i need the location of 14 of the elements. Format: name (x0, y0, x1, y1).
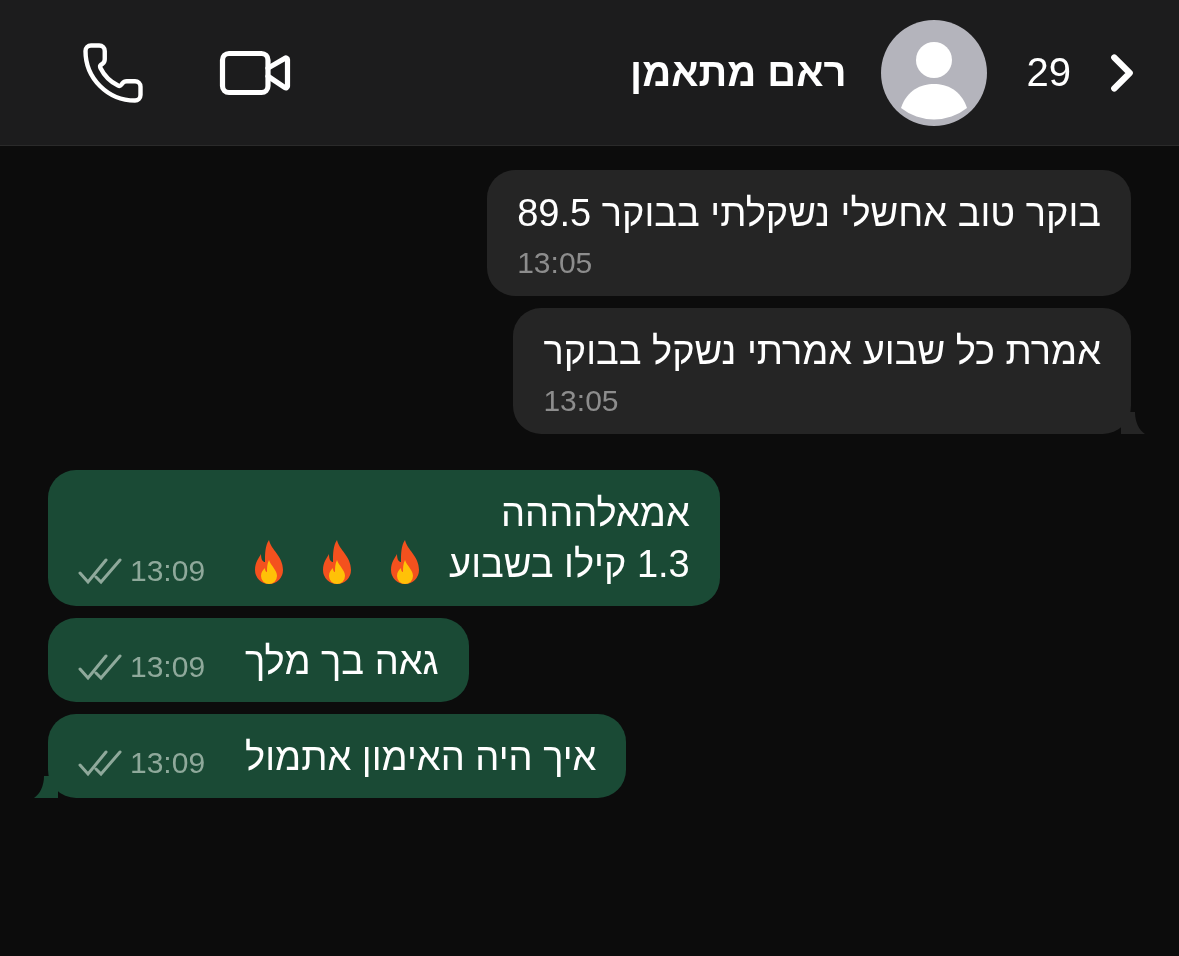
message-text: איך היה האימון אתמול (245, 735, 597, 780)
message-time: 13:09 (130, 746, 206, 780)
contact-name[interactable]: ראם מתאמן (630, 50, 847, 95)
message-text: גאה בך מלך (245, 639, 439, 684)
avatar-icon[interactable] (880, 19, 987, 126)
message-time: 13:09 (130, 650, 206, 684)
message-text: אמרת כל שבוע אמרתי נשקל בבוקר (543, 329, 1101, 374)
message-text: 1.3 קילו בשבוע (449, 542, 690, 587)
message-time: 13:09 (130, 554, 206, 588)
message-time: 13:05 (543, 384, 619, 418)
unread-count: 29 (1026, 50, 1071, 95)
message-text: אמאלהההה (500, 491, 690, 536)
message-text: בוקר טוב אחשלי נשקלתי בבוקר 89.5 (517, 191, 1101, 236)
message-time: 13:05 (517, 246, 593, 280)
